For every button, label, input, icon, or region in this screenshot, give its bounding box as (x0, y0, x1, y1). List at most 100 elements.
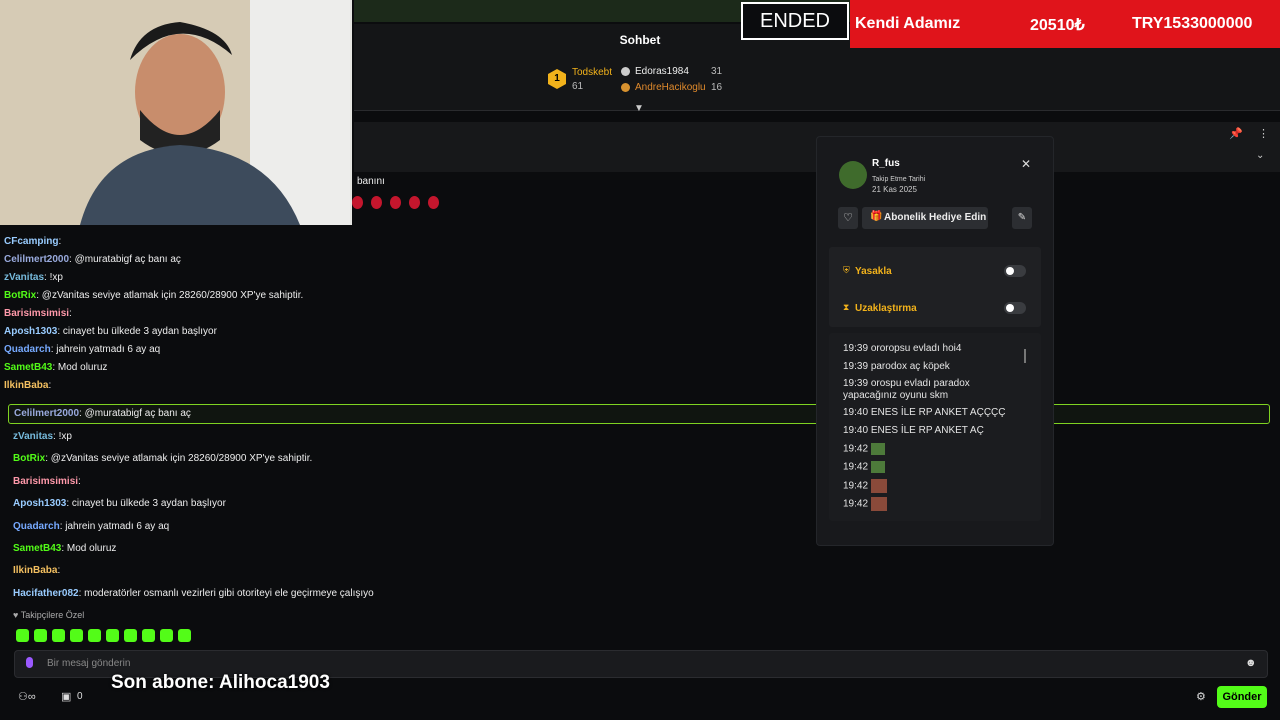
timeout-label: Uzaklaştırma (855, 303, 917, 314)
chat-message[interactable]: Quadarch: jahrein yatmadı 6 ay aq (13, 521, 803, 543)
overlay-message: Quadarch: jahrein yatmadı 6 ay aq (4, 344, 161, 355)
overlay-message: Aposh1303: cinayet bu ülkede 3 aydan baş… (4, 326, 217, 337)
emote-icon[interactable] (52, 629, 65, 643)
ended-badge: ENDED (741, 2, 849, 40)
emote-icon[interactable] (178, 629, 191, 643)
log-line: 19:40 ENES İLE RP ANKET AÇÇÇÇ (843, 407, 1006, 418)
log-line: 19:42 (843, 461, 885, 473)
gift-icon: 🎁 (870, 211, 883, 222)
chat-message[interactable]: Aposh1303: cinayet bu ülkede 3 aydan baş… (13, 498, 803, 520)
overlay-message: SametB43: Mod oluruz (4, 362, 108, 373)
emote-icon[interactable] (106, 629, 119, 643)
leaderboard-value-2: 31 (711, 66, 723, 77)
panel-username[interactable]: R_fus (872, 158, 900, 169)
webcam-feed (0, 0, 352, 225)
chat-title: Sohbet (619, 33, 661, 47)
overlay-message: IlkinBaba: (4, 380, 52, 391)
emote-bar (16, 627, 196, 645)
more-icon[interactable]: ⋮ (1258, 127, 1269, 140)
leaderboard-name-3[interactable]: AndreHacikoglu (635, 82, 706, 93)
chat-messages: zVanitas: !xp BotRix: @zVanitas seviye a… (13, 431, 803, 610)
chat-message[interactable]: Barisimsimisi: (13, 476, 803, 498)
pinned-fragment: banını (357, 176, 385, 187)
avatar (839, 161, 867, 189)
edit-button[interactable]: ✎ (1012, 207, 1032, 229)
moderation-box (829, 247, 1041, 327)
chat-message[interactable]: IlkinBaba: (13, 565, 803, 587)
leaderboard-name-1[interactable]: Todskebt (572, 67, 612, 78)
chat-message[interactable]: SametB43: Mod oluruz (13, 543, 803, 565)
banner-total: TRY1533000000 (1132, 15, 1253, 32)
log-line: 19:42 (843, 479, 887, 493)
mic-icon[interactable] (26, 657, 33, 668)
emote-icon[interactable] (124, 629, 137, 643)
overlay-chat: CFcamping: Celilmert2000: @muratabigf aç… (4, 236, 344, 398)
banner-amount: 20510₺ (1030, 17, 1085, 34)
overlay-message: Celilmert2000: @muratabigf aç banı aç (4, 254, 181, 265)
chat-message[interactable]: BotRix: @zVanitas seviye atlamak için 28… (13, 453, 803, 475)
timeout-toggle[interactable] (1004, 302, 1026, 314)
follow-date-label: Takip Etme Tarihi (872, 176, 926, 183)
heart-icon: ♥ (13, 610, 21, 620)
emote-icon (870, 443, 885, 455)
chat-message[interactable]: Hacifather082: moderatörler osmanlı vezi… (13, 588, 803, 610)
overlay-message: Barisimsimisi: (4, 308, 72, 319)
heart-icon: ♡ (843, 212, 853, 224)
log-line: 19:39 parodox aç köpek (843, 361, 950, 372)
leaderboard-value-3: 16 (711, 82, 723, 93)
banner-name: Kendi Adamız (855, 15, 961, 32)
follow-button[interactable]: ♡ (838, 207, 858, 229)
highlighted-message-text: Celilmert2000: @muratabigf aç banı aç (14, 408, 191, 419)
expand-icon[interactable]: ▼ (634, 103, 644, 114)
shield-icon: ⛨ (843, 265, 850, 275)
scrollbar[interactable] (1024, 349, 1026, 363)
log-line: 19:39 ororopsu evladı hoi4 (843, 343, 962, 354)
leaderboard-name-2[interactable]: Edoras1984 (635, 66, 689, 77)
send-button[interactable]: Gönder (1217, 686, 1267, 708)
pin-icon[interactable]: 📌 (1229, 127, 1243, 140)
emote-icon (870, 497, 887, 511)
settings-icon[interactable]: ⚙ (1196, 690, 1206, 703)
chevron-down-icon[interactable]: ⌄ (1256, 150, 1264, 161)
viewer-count: 0 (77, 691, 83, 702)
emote-icon[interactable] (88, 629, 101, 643)
emote-icon[interactable] (34, 629, 47, 643)
emote-icon[interactable] (16, 629, 29, 643)
followers-only-label: ♥ Takipçilere Özel (13, 610, 85, 620)
leaderboard-value-1: 61 (572, 81, 584, 92)
close-icon[interactable]: ✕ (1021, 157, 1031, 171)
emote-icon (870, 479, 887, 493)
ban-toggle[interactable] (1004, 265, 1026, 277)
user-card-panel: R_fus Takip Etme Tarihi 21 Kas 2025 ✕ ♡ … (816, 136, 1054, 546)
emote-icon (870, 461, 885, 473)
log-line: 19:40 ENES İLE RP ANKET AÇ (843, 425, 984, 436)
webcam-illustration (0, 0, 350, 225)
emoji-icon[interactable]: ☻ (1245, 657, 1257, 669)
badge-icon (621, 83, 630, 92)
subscriber-overlay: Son abone: Alihoca1903 (111, 672, 330, 693)
viewer-icon: ▣ (61, 691, 72, 703)
emote-icon[interactable] (160, 629, 173, 643)
emote-icon[interactable] (142, 629, 155, 643)
follow-date: 21 Kas 2025 (872, 185, 917, 194)
overlay-message: CFcamping: (4, 236, 62, 247)
badge-icon (621, 67, 630, 76)
message-history[interactable]: 19:39 ororopsu evladı hoi4 19:39 parodox… (829, 333, 1041, 521)
chat-message[interactable]: zVanitas: !xp (13, 431, 803, 453)
pencil-icon: ✎ (1017, 212, 1027, 223)
log-line: 19:42 (843, 497, 887, 511)
emote-icon[interactable] (70, 629, 83, 643)
rank-badge-icon: 1 (548, 69, 566, 89)
hourglass-icon: ⧗ (843, 302, 850, 312)
log-line: 19:42 (843, 443, 885, 455)
leaderboard: 1 Todskebt 61 Edoras1984 31 AndreHacikog… (548, 64, 738, 96)
donation-banner: Kendi Adamız 20510₺ TRY1533000000 (850, 0, 1280, 48)
message-input-placeholder: Bir mesaj gönderin (47, 658, 131, 669)
log-line: 19:39 orospu evladı paradox yapacağınız … (843, 378, 970, 401)
ban-label: Yasakla (855, 266, 892, 277)
gift-subscription-button[interactable]: 🎁 Abonelik Hediye Edin (862, 207, 988, 229)
emote-row (352, 196, 439, 214)
chat-options-icon[interactable]: ⚇∞ (18, 690, 36, 703)
highlighted-message[interactable] (8, 404, 1270, 424)
overlay-message: BotRix: @zVanitas seviye atlamak için 28… (4, 290, 304, 301)
